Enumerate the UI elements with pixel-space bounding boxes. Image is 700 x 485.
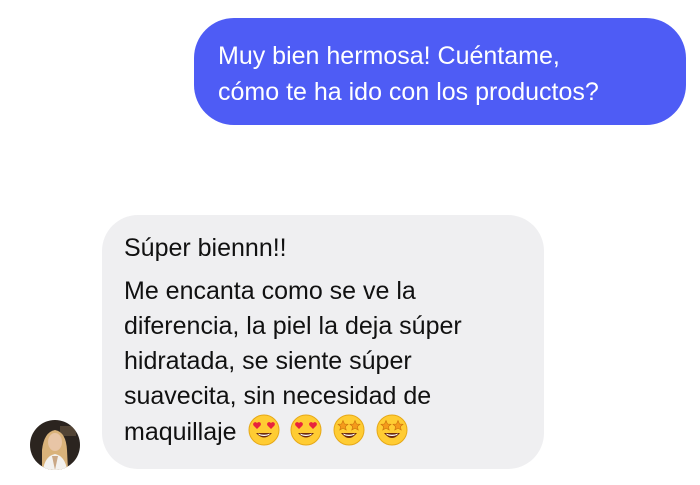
incoming-message-greeting: Súper biennn!! (124, 234, 287, 262)
incoming-message-line: diferencia, la piel la deja súper (124, 312, 462, 340)
outgoing-message-bubble[interactable]: Muy bien hermosa! Cuéntame, cómo te ha i… (194, 18, 686, 125)
star-struck-emoji-icon (376, 414, 408, 446)
incoming-message-line: Me encanta como se ve la (124, 277, 416, 305)
heart-eyes-emoji-icon (290, 414, 322, 446)
chat-thread: Muy bien hermosa! Cuéntame, cómo te ha i… (0, 0, 700, 485)
incoming-message-last-line: maquillaje (124, 414, 524, 450)
outgoing-message-line: cómo te ha ido con los productos? (218, 78, 599, 106)
incoming-message-line: hidratada, se siente súper (124, 347, 412, 375)
contact-avatar[interactable] (30, 420, 80, 470)
incoming-message-bubble[interactable]: Súper biennn!! Me encanta como se ve la … (102, 215, 544, 469)
outgoing-message-line: Muy bien hermosa! Cuéntame, (218, 42, 560, 70)
incoming-message-line: suavecita, sin necesidad de (124, 382, 432, 410)
incoming-message-line: maquillaje (124, 418, 237, 446)
star-struck-emoji-icon (333, 414, 365, 446)
heart-eyes-emoji-icon (248, 414, 280, 446)
